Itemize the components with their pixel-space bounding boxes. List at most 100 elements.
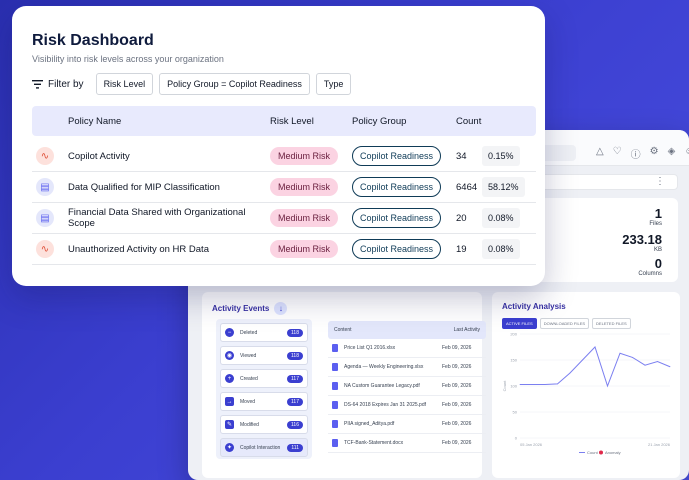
risk-badge: Medium Risk <box>270 209 339 227</box>
file-row[interactable]: NA Custom Guarantee Legacy.pdf Feb 09, 20… <box>328 377 486 396</box>
file-icon <box>332 420 338 428</box>
filter-chip-risk-level[interactable]: Risk Level <box>95 73 154 95</box>
policy-name: Unauthorized Activity on HR Data <box>68 243 209 255</box>
event-item-moved[interactable]: → Moved 117 <box>220 392 308 411</box>
filter-label[interactable]: Filter by <box>32 79 84 90</box>
legend-marker-anomaly <box>599 450 603 455</box>
event-item-modified[interactable]: ✎ Modified 116 <box>220 415 308 434</box>
activity-icon: ∿ <box>36 240 54 258</box>
column-header-risk[interactable]: Risk Level <box>270 116 352 127</box>
group-badge: Copilot Readiness <box>352 208 442 228</box>
event-item-deleted[interactable]: − Deleted 118 <box>220 323 308 342</box>
toolbar-icons: △ ♡ ⓘ ⚙ ◈ ☺ <box>596 146 689 161</box>
document-icon: ▤ <box>36 178 54 196</box>
chart-tabs: ACTIVE FILES DOWNLOADED FILES DELETED FI… <box>502 318 631 329</box>
tab-deleted-files[interactable]: DELETED FILES <box>592 318 631 329</box>
percentage-value: 0.08% <box>482 208 520 228</box>
stat-size: 233.18 KB <box>622 232 662 253</box>
policy-name: Copilot Activity <box>68 150 130 162</box>
data-point <box>619 352 621 354</box>
risk-badge: Medium Risk <box>270 178 339 196</box>
group-badge: Copilot Readiness <box>352 239 442 259</box>
group-badge: Copilot Readiness <box>352 146 442 166</box>
bell-icon[interactable]: △ <box>596 146 604 161</box>
event-list: − Deleted 118 ◉ Viewed 118 + Created 117 → Move… <box>216 319 312 459</box>
activity-events-title: Activity Events ↓ <box>212 302 288 315</box>
count-value: 20 <box>456 212 467 224</box>
stat-columns: 0 Columns <box>638 256 662 277</box>
risk-badge: Medium Risk <box>270 240 339 258</box>
y-axis-label: Count <box>502 380 507 392</box>
column-header-count[interactable]: Count <box>456 116 482 127</box>
policy-name: Financial Data Shared with Organizationa… <box>68 207 246 229</box>
data-point <box>607 385 608 387</box>
x-tick-label: 21 Jan 2026 <box>648 442 671 447</box>
activity-events-panel: Activity Events ↓ − Deleted 118 ◉ Viewed 118… <box>202 292 486 478</box>
tab-active-files[interactable]: ACTIVE FILES <box>502 318 537 329</box>
data-point <box>657 361 658 362</box>
table-row[interactable]: ▤ Financial Data Shared with Organizatio… <box>32 203 536 234</box>
file-icon <box>332 439 338 447</box>
column-header-group[interactable]: Policy Group <box>352 116 456 127</box>
stat-files: 1 Files <box>649 206 662 227</box>
apps-icon[interactable]: ◈ <box>668 146 676 161</box>
download-icon[interactable]: ↓ <box>274 302 288 315</box>
column-header-name[interactable]: Policy Name <box>32 116 270 127</box>
help-icon[interactable]: ⓘ <box>631 146 641 161</box>
file-row[interactable]: PIIA signed_Aditya.pdf Feb 09, 2026 <box>328 415 486 434</box>
policy-name: Data Qualified for MIP Classification <box>68 181 220 193</box>
x-tick-label: 05 Jan 2026 <box>520 442 543 447</box>
filter-chip-type[interactable]: Type <box>315 73 352 95</box>
data-point <box>644 364 646 366</box>
filter-bar: Filter by Risk Level Policy Group = Copi… <box>32 73 352 95</box>
file-row[interactable]: TCF-Bank-Statement.docx Feb 09, 2026 <box>328 434 486 453</box>
table-row[interactable]: ▤ Data Qualified for MIP Classification … <box>32 172 536 203</box>
policy-table: Policy Name Risk Level Policy Group Coun… <box>32 106 536 265</box>
page-subtitle: Visibility into risk levels across your … <box>32 54 224 64</box>
y-tick-label: 150 <box>510 358 517 363</box>
page-title: Risk Dashboard <box>32 32 154 49</box>
plus-icon: + <box>225 374 234 383</box>
heart-icon[interactable]: ♡ <box>613 146 622 161</box>
event-item-viewed[interactable]: ◉ Viewed 118 <box>220 346 308 365</box>
pencil-icon: ✎ <box>225 420 234 429</box>
kebab-menu-icon[interactable]: ⋮ <box>655 176 665 187</box>
activity-analysis-title: Activity Analysis <box>502 302 566 311</box>
count-value: 6464 <box>456 181 478 193</box>
y-tick-label: 0 <box>515 436 518 441</box>
legend-label-count: Count <box>587 450 599 455</box>
gear-icon[interactable]: ⚙ <box>650 146 659 161</box>
file-row[interactable]: Price List Q1 2016.xlsx Feb 09, 2026 <box>328 339 486 358</box>
data-point <box>594 346 596 348</box>
table-header: Policy Name Risk Level Policy Group Coun… <box>32 106 536 136</box>
filter-chip-policy-group[interactable]: Policy Group = Copilot Readiness <box>159 73 310 95</box>
group-badge: Copilot Readiness <box>352 177 442 197</box>
data-point <box>519 384 521 385</box>
percentage-value: 58.12% <box>482 177 525 197</box>
user-icon[interactable]: ☺ <box>684 146 689 161</box>
file-icon <box>332 382 338 390</box>
tab-downloaded-files[interactable]: DOWNLOADED FILES <box>539 318 590 329</box>
file-row[interactable]: DS-64 2018 Expires Jan 31 2025.pdf Feb 09… <box>328 396 486 415</box>
count-value: 19 <box>456 243 467 255</box>
percentage-value: 0.15% <box>482 146 520 166</box>
activity-line-chart: 200 150 100 50 0 Count 05 Jan 2026 21 Jan 2026 C… <box>502 332 671 456</box>
table-row[interactable]: ∿ Unauthorized Activity on HR Data Mediu… <box>32 234 536 265</box>
table-row[interactable]: ∿ Copilot Activity Medium Risk Copilot R… <box>32 141 536 172</box>
data-point <box>557 383 558 385</box>
file-icon <box>332 344 338 352</box>
copilot-icon: ✦ <box>225 443 234 452</box>
count-value: 34 <box>456 150 467 162</box>
file-row[interactable]: Agenda — Weekly Engineering.xlsx Feb 09, … <box>328 358 486 377</box>
y-tick-label: 50 <box>513 410 518 415</box>
files-table: Content Last Activity Price List Q1 2016… <box>328 321 486 453</box>
file-icon <box>332 363 338 371</box>
activity-analysis-panel: Activity Analysis ACTIVE FILES DOWNLOADE… <box>492 292 680 478</box>
data-point <box>532 384 533 385</box>
files-table-header: Content Last Activity <box>328 321 486 339</box>
move-icon: → <box>225 397 234 406</box>
data-point <box>582 359 583 361</box>
filter-icon <box>32 79 43 89</box>
event-item-created[interactable]: + Created 117 <box>220 369 308 388</box>
event-item-copilot[interactable]: ✦ Copilot Interaction 111 <box>220 438 308 457</box>
